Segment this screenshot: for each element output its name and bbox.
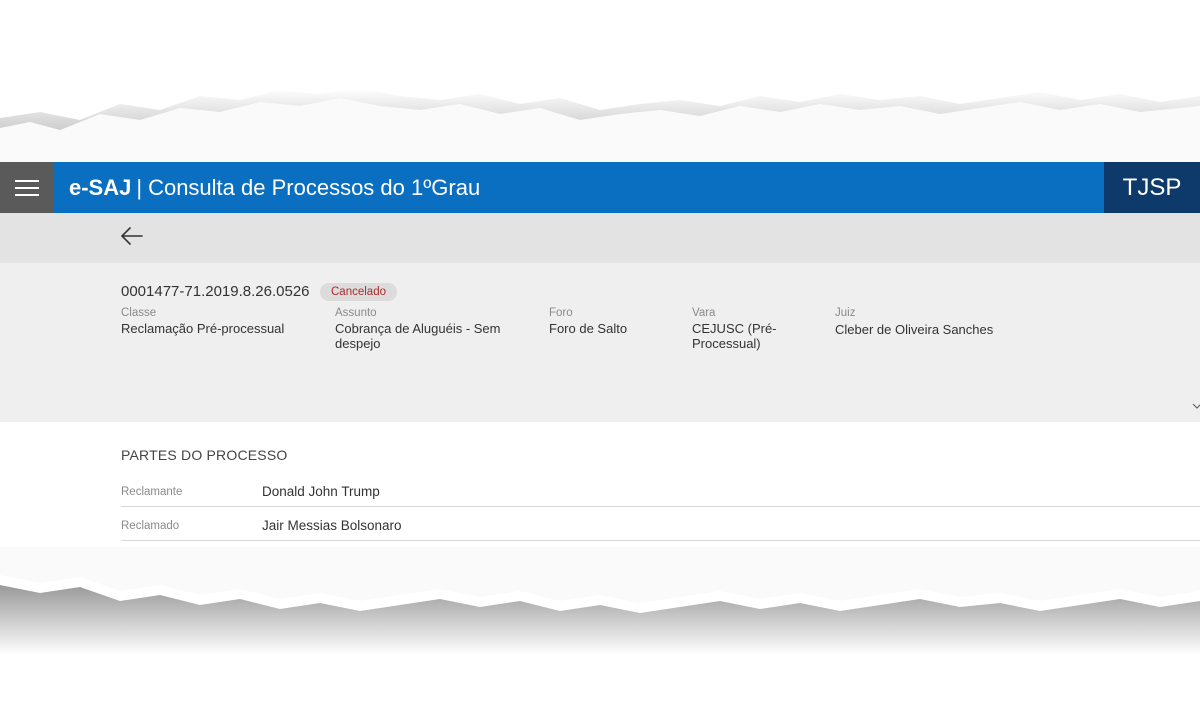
brand-separator: | <box>136 174 143 200</box>
party-row: Reclamante Donald John Trump <box>121 473 1200 507</box>
navigation-bar <box>0 213 1200 263</box>
brand-name: e-SAJ <box>69 174 132 200</box>
parties-section: PARTES DO PROCESSO Reclamante Donald Joh… <box>0 422 1200 547</box>
field-value: Cleber de Oliveira Sanches <box>835 322 994 337</box>
party-name: Jair Messias Bolsonaro <box>262 518 402 533</box>
hamburger-menu-icon[interactable] <box>0 162 54 213</box>
field-foro: Foro Foro de Salto <box>549 307 679 336</box>
torn-paper-top <box>0 0 1200 170</box>
field-value: Cobrança de Aluguéis - Sem despejo <box>335 321 501 351</box>
status-badge: Cancelado <box>320 283 397 301</box>
section-title: PARTES DO PROCESSO <box>121 447 288 463</box>
party-name: Donald John Trump <box>262 484 380 499</box>
field-classe: Classe Reclamação Pré-processual <box>121 307 321 336</box>
page-title: Consulta de Processos do 1ºGrau <box>148 174 481 200</box>
arrow-left-icon[interactable] <box>119 223 145 249</box>
field-label: Assunto <box>335 307 377 319</box>
party-role: Reclamante <box>121 486 183 498</box>
field-assunto: Assunto Cobrança de Aluguéis - Sem despe… <box>335 307 520 351</box>
field-label: Classe <box>121 307 157 319</box>
field-label: Juiz <box>835 307 856 319</box>
field-vara: Vara CEJUSC (Pré-Processual) <box>692 307 792 351</box>
party-role: Reclamado <box>121 520 180 532</box>
chevron-down-icon[interactable] <box>1192 401 1200 411</box>
field-juiz: Juiz Cleber de Oliveira Sanches <box>835 307 1055 337</box>
app-header: e-SAJ | Consulta de Processos do 1ºGrau TJ… <box>0 162 1200 213</box>
field-value: CEJUSC (Pré-Processual) <box>692 321 777 351</box>
torn-paper-bottom <box>0 545 1200 725</box>
field-label: Foro <box>549 307 573 319</box>
party-row: Reclamado Jair Messias Bolsonaro <box>121 507 1200 541</box>
field-label: Vara <box>692 307 716 319</box>
field-value: Reclamação Pré-processual <box>121 321 285 336</box>
app-brand: e-SAJ | Consulta de Processos do 1ºGrau <box>69 175 480 201</box>
court-logo[interactable]: TJSP <box>1104 162 1200 213</box>
process-number: 0001477-71.2019.8.26.0526 <box>121 283 310 300</box>
field-value: Foro de Salto <box>549 321 628 336</box>
process-summary: 0001477-71.2019.8.26.0526 Cancelado Clas… <box>0 263 1200 422</box>
